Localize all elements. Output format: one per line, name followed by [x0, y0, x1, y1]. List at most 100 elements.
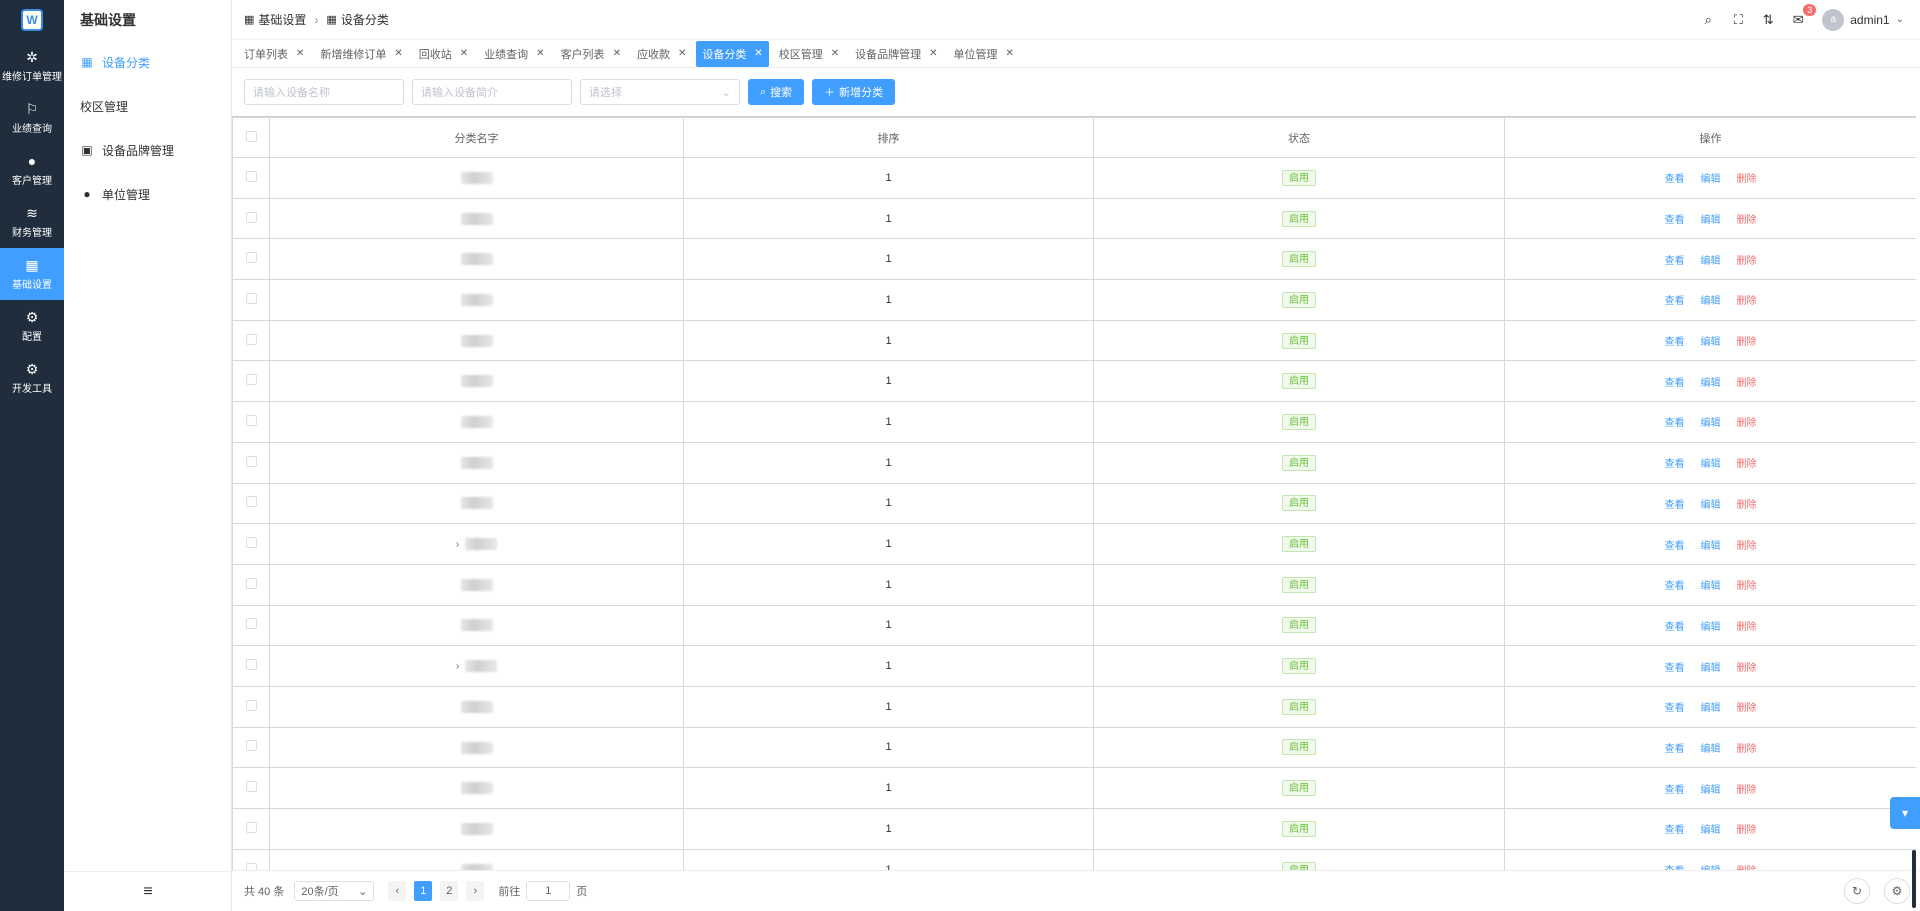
delete-link[interactable]: 删除: [1737, 256, 1757, 267]
row-select-cell[interactable]: [232, 808, 270, 850]
delete-link[interactable]: 删除: [1737, 500, 1757, 511]
sub-menu-item[interactable]: ▣ 设备品牌管理: [64, 128, 231, 172]
delete-link[interactable]: 删除: [1737, 581, 1757, 592]
edit-link[interactable]: 编辑: [1701, 418, 1721, 429]
row-select-cell[interactable]: [232, 685, 270, 728]
tab-item[interactable]: 回收站 ✕: [413, 41, 474, 67]
edit-link[interactable]: 编辑: [1701, 337, 1721, 348]
sub-menu-item[interactable]: 校区管理: [64, 84, 231, 128]
view-link[interactable]: 查看: [1665, 418, 1685, 429]
edit-link[interactable]: 编辑: [1701, 622, 1721, 633]
row-select-cell[interactable]: [232, 401, 270, 443]
row-checkbox[interactable]: [245, 292, 257, 304]
device-desc-input[interactable]: 请输入设备简介: [412, 79, 572, 105]
delete-link[interactable]: 删除: [1737, 418, 1757, 429]
search-icon[interactable]: ⌕: [1700, 12, 1716, 28]
delete-link[interactable]: 删除: [1737, 744, 1757, 755]
rail-item[interactable]: ▦ 基础设置: [0, 248, 64, 300]
select-all-cell[interactable]: [232, 117, 270, 158]
view-link[interactable]: 查看: [1665, 500, 1685, 511]
collapse-menu-icon[interactable]: ≡: [64, 871, 232, 911]
select-all-checkbox[interactable]: [245, 130, 257, 142]
device-name-input[interactable]: 请输入设备名称: [244, 79, 404, 105]
row-checkbox[interactable]: [245, 252, 257, 264]
expand-icon[interactable]: ›: [456, 539, 459, 550]
rail-item[interactable]: ⚐ 业绩查询: [0, 92, 64, 144]
delete-link[interactable]: 删除: [1737, 703, 1757, 714]
row-checkbox[interactable]: [245, 618, 257, 630]
row-select-cell[interactable]: [232, 360, 270, 403]
close-icon[interactable]: ✕: [1006, 48, 1014, 59]
tab-item[interactable]: 单位管理 ✕: [948, 41, 1020, 67]
prev-page-icon[interactable]: ‹: [388, 881, 407, 901]
row-checkbox[interactable]: [245, 659, 257, 671]
view-link[interactable]: 查看: [1665, 378, 1685, 389]
close-icon[interactable]: ✕: [536, 48, 544, 59]
search-button[interactable]: ⌕ 搜索: [748, 79, 805, 105]
chevron-down-icon[interactable]: ⌄: [1896, 14, 1904, 25]
tab-item[interactable]: 订单列表 ✕: [238, 41, 310, 67]
row-checkbox[interactable]: [245, 211, 257, 223]
close-icon[interactable]: ✕: [613, 48, 621, 59]
edit-link[interactable]: 编辑: [1701, 500, 1721, 511]
row-checkbox[interactable]: [245, 821, 257, 833]
row-select-cell[interactable]: [232, 482, 270, 525]
delete-link[interactable]: 删除: [1737, 541, 1757, 552]
delete-link[interactable]: 删除: [1737, 622, 1757, 633]
close-icon[interactable]: ✕: [831, 48, 839, 59]
tab-item[interactable]: 新增维修订单 ✕: [314, 41, 408, 67]
fullscreen-icon[interactable]: ⛶: [1730, 12, 1746, 28]
row-select-cell[interactable]: [232, 767, 270, 809]
tab-item[interactable]: 业绩查询 ✕: [478, 41, 550, 67]
delete-link[interactable]: 删除: [1737, 785, 1757, 796]
delete-link[interactable]: 删除: [1737, 337, 1757, 348]
scroll-indicator[interactable]: [1912, 850, 1916, 908]
delete-link[interactable]: 删除: [1737, 378, 1757, 389]
row-select-cell[interactable]: [232, 563, 270, 606]
close-icon[interactable]: ✕: [754, 48, 762, 59]
view-link[interactable]: 查看: [1665, 744, 1685, 755]
rail-item[interactable]: ⚙ 配置: [0, 300, 64, 352]
row-checkbox[interactable]: [245, 414, 257, 426]
row-select-cell[interactable]: [232, 238, 270, 281]
sub-menu-item[interactable]: ● 单位管理: [64, 172, 231, 216]
row-checkbox[interactable]: [245, 699, 257, 711]
close-icon[interactable]: ✕: [929, 48, 937, 59]
view-link[interactable]: 查看: [1665, 459, 1685, 470]
row-select-cell[interactable]: [232, 319, 270, 362]
edit-link[interactable]: 编辑: [1701, 215, 1721, 226]
tab-item[interactable]: 设备分类 ✕: [696, 40, 769, 67]
row-checkbox[interactable]: [245, 740, 257, 752]
row-checkbox[interactable]: [245, 862, 257, 870]
delete-link[interactable]: 删除: [1737, 296, 1757, 307]
row-select-cell[interactable]: [232, 848, 270, 870]
edit-link[interactable]: 编辑: [1701, 296, 1721, 307]
edit-link[interactable]: 编辑: [1701, 663, 1721, 674]
goto-page-input[interactable]: 1: [526, 881, 571, 901]
rail-item[interactable]: ● 客户管理: [0, 144, 64, 196]
breadcrumb-item[interactable]: 基础设置: [258, 11, 306, 28]
close-icon[interactable]: ✕: [460, 48, 468, 59]
close-icon[interactable]: ✕: [678, 48, 686, 59]
message-icon[interactable]: ✉ 3: [1790, 3, 1817, 28]
row-checkbox[interactable]: [245, 577, 257, 589]
row-select-cell[interactable]: [232, 523, 270, 565]
view-link[interactable]: 查看: [1665, 541, 1685, 552]
rail-item[interactable]: ✲ 维修订单管理: [0, 40, 64, 92]
delete-link[interactable]: 删除: [1737, 215, 1757, 226]
tab-item[interactable]: 校区管理 ✕: [773, 41, 845, 67]
feedback-icon[interactable]: ▾: [1890, 797, 1920, 829]
edit-link[interactable]: 编辑: [1701, 459, 1721, 470]
close-icon[interactable]: ✕: [394, 48, 402, 59]
view-link[interactable]: 查看: [1665, 622, 1685, 633]
rail-item[interactable]: ⚙ 开发工具: [0, 352, 64, 404]
view-link[interactable]: 查看: [1665, 825, 1685, 836]
close-icon[interactable]: ✕: [296, 48, 304, 59]
row-checkbox[interactable]: [245, 170, 257, 182]
tab-item[interactable]: 设备品牌管理 ✕: [849, 41, 943, 67]
rail-item[interactable]: ≋ 财务管理: [0, 196, 64, 248]
edit-link[interactable]: 编辑: [1701, 541, 1721, 552]
tab-item[interactable]: 客户列表 ✕: [555, 41, 627, 67]
row-select-cell[interactable]: [232, 441, 270, 484]
view-link[interactable]: 查看: [1665, 174, 1685, 185]
